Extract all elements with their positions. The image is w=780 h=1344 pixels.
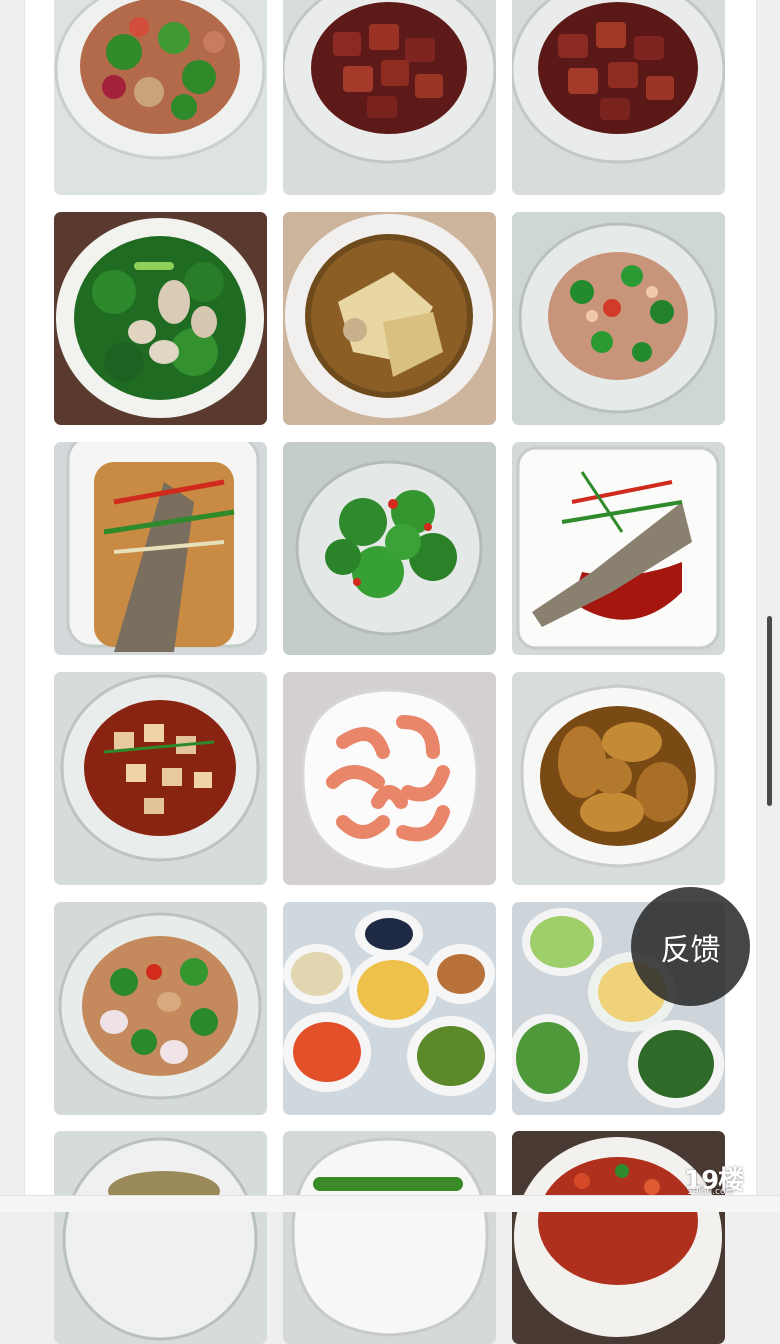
photo-stir-fried-peppers-onion[interactable] [54, 0, 267, 195]
photo-steamed-fish-sauce[interactable] [512, 442, 725, 655]
photo-shrimp-green-pepper[interactable] [512, 212, 725, 425]
photo-chicken-soup[interactable] [283, 212, 496, 425]
photo-braised-chicken-wings[interactable] [512, 672, 725, 885]
feedback-label: 反馈 [660, 932, 721, 968]
scrollbar-thumb[interactable] [767, 616, 772, 806]
photo-fish-dish-partial[interactable] [54, 1131, 267, 1344]
feedback-button[interactable]: 反馈 [631, 887, 750, 1006]
site-watermark: 19楼 19lou.com [684, 1160, 756, 1200]
photo-stir-fried-greens-mushroom[interactable] [54, 212, 267, 425]
photo-steamed-fish-chili[interactable] [54, 442, 267, 655]
photo-boiled-shrimp[interactable] [283, 672, 496, 885]
bottom-bar [0, 1195, 780, 1212]
photo-braised-pork-belly-2[interactable] [512, 0, 725, 195]
photo-braised-pork-belly[interactable] [283, 0, 496, 195]
photo-green-vegetable-partial[interactable] [283, 1131, 496, 1344]
photo-stir-fried-broccoli[interactable] [283, 442, 496, 655]
photo-mapo-tofu[interactable] [54, 672, 267, 885]
photo-stir-fried-chicken-pepper[interactable] [54, 902, 267, 1115]
photo-family-meal-set[interactable] [283, 902, 496, 1115]
photo-grid [0, 0, 780, 1344]
